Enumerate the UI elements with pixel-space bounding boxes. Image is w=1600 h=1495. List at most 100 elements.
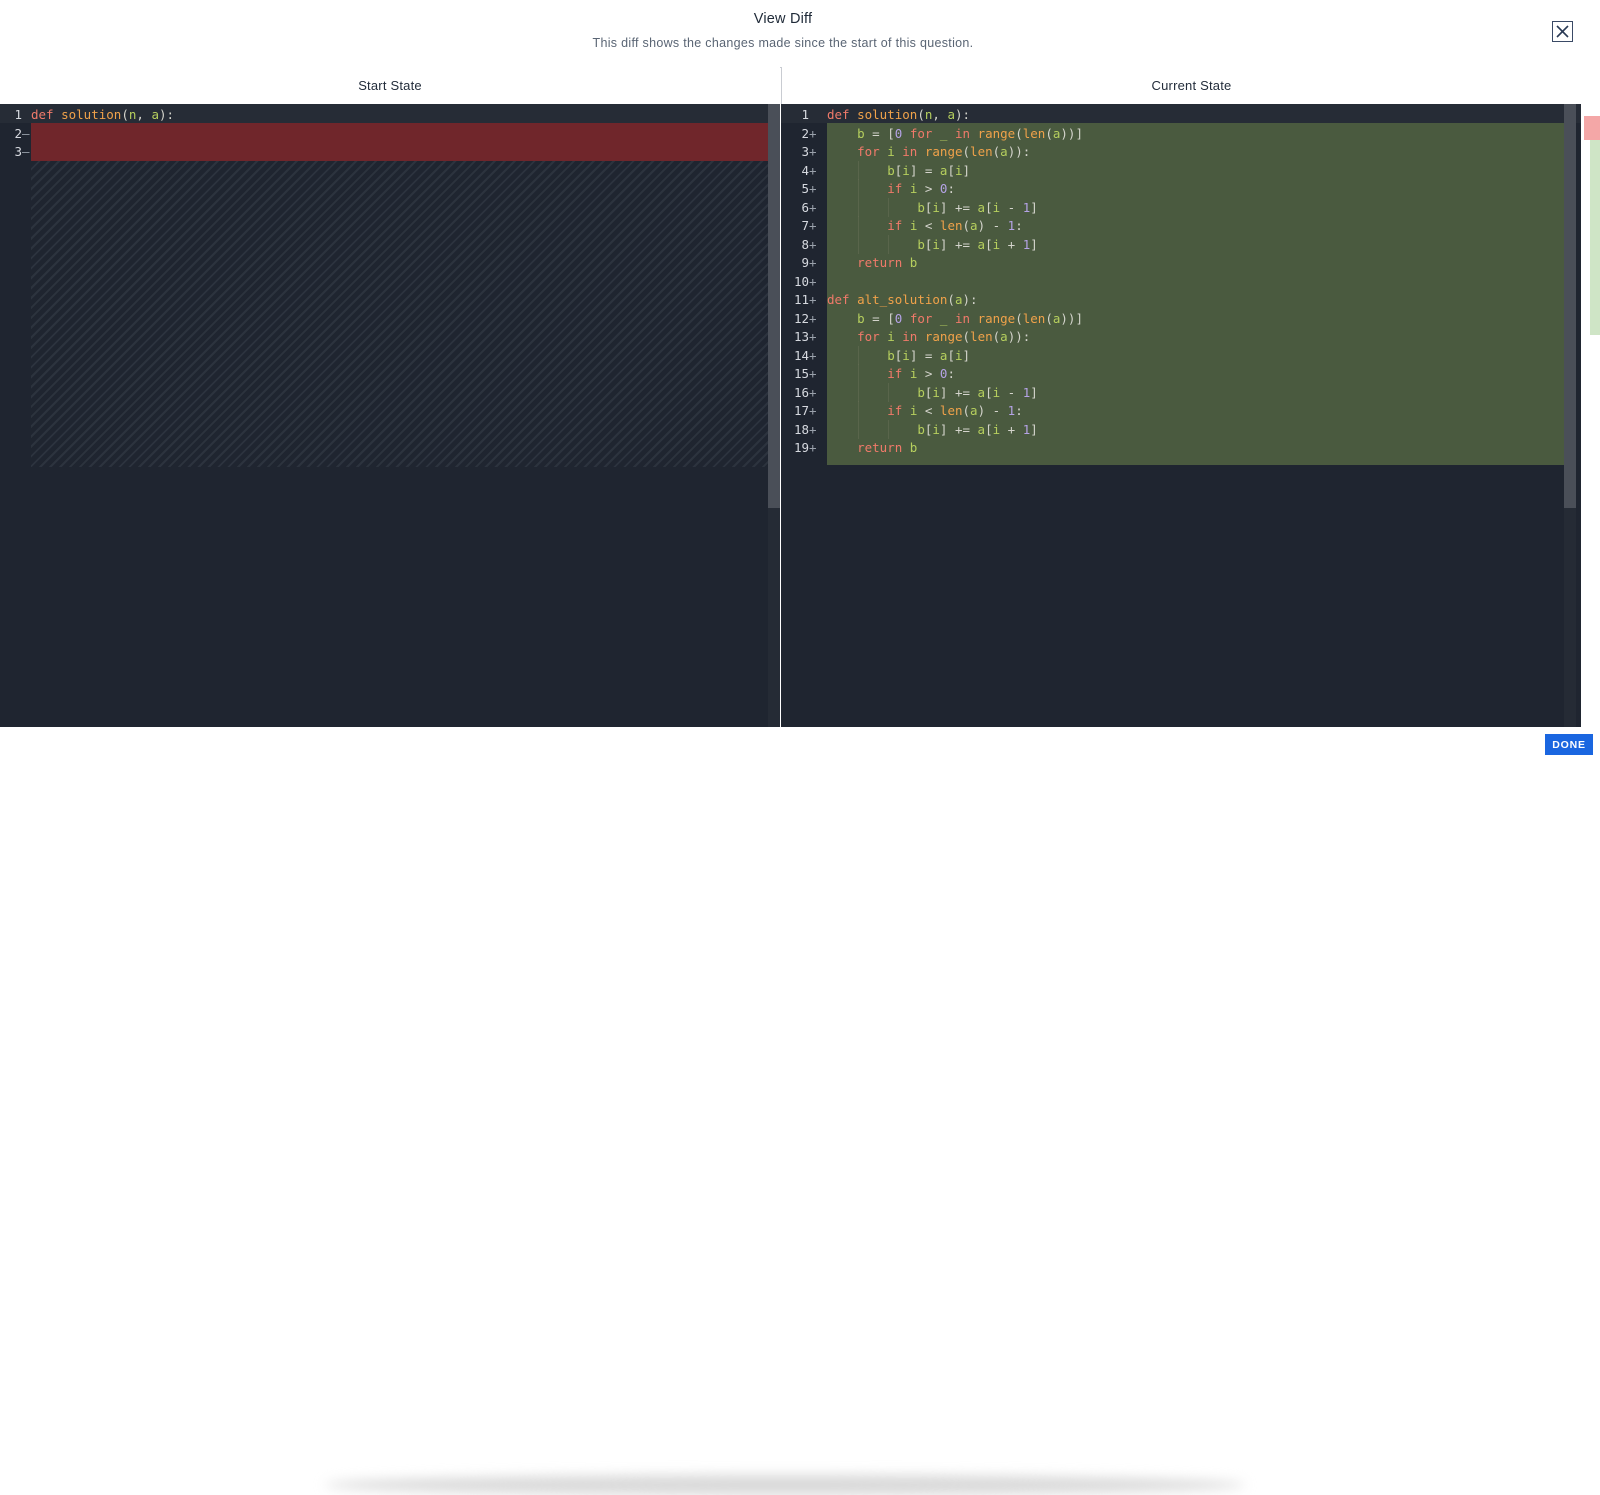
added-marker: + bbox=[809, 218, 817, 233]
line-number: 5 bbox=[801, 181, 809, 196]
line-number: 18 bbox=[793, 421, 809, 437]
current_state-code-line: 10 + bbox=[781, 272, 1581, 291]
overview-added-marker bbox=[1590, 140, 1600, 335]
current_state-code-line: 16 + b[i] += a[i - 1] bbox=[781, 382, 1581, 402]
line-number: 6 bbox=[801, 199, 809, 215]
deleted-marker: — bbox=[22, 144, 30, 159]
current_state-code-line: 8 + b[i] += a[i + 1] bbox=[781, 234, 1581, 254]
code-text: b = [0 for _ in range(len(a))] bbox=[857, 125, 1083, 141]
dialog-title: View Diff bbox=[753, 11, 813, 27]
line-number: 17 bbox=[793, 403, 809, 418]
added-marker: + bbox=[809, 236, 817, 252]
deleted-marker: — bbox=[22, 125, 30, 141]
line-number: 10 bbox=[793, 273, 809, 289]
code-text: for i in range(len(a)): bbox=[857, 329, 1031, 344]
current_state-code-line: 18 + b[i] += a[i + 1] bbox=[781, 419, 1581, 439]
line-number: 1 bbox=[801, 107, 809, 122]
code-text: return b bbox=[857, 255, 918, 270]
added-marker: + bbox=[809, 403, 817, 418]
indent-guide bbox=[888, 197, 890, 217]
indent-guide bbox=[858, 401, 860, 420]
added-marker: + bbox=[809, 384, 817, 400]
code-text: b[i] = a[i] bbox=[887, 162, 971, 178]
code-text: def solution(n, a): bbox=[31, 107, 175, 122]
start-state-header: Start State bbox=[0, 67, 780, 105]
empty-region-hatch bbox=[31, 161, 780, 467]
line-number: 2 bbox=[14, 125, 22, 141]
code-text: b[i] = a[i] bbox=[887, 347, 971, 363]
indent-guide bbox=[858, 197, 860, 217]
code-text: return b bbox=[857, 440, 918, 455]
code-text: if i < len(a) - 1: bbox=[887, 403, 1023, 418]
added-marker: + bbox=[809, 329, 817, 344]
current-state-header: Current State bbox=[781, 67, 1600, 105]
indent-guide bbox=[888, 382, 890, 402]
indent-guide bbox=[858, 160, 860, 180]
indent-guide bbox=[858, 179, 860, 198]
start_state-code-line: 3— bbox=[0, 142, 780, 161]
line-number: 19 bbox=[793, 440, 809, 455]
current_state-code-line: 14 + b[i] = a[i] bbox=[781, 345, 1581, 365]
current_state-code-line: 1 def solution(n, a): bbox=[781, 105, 1581, 124]
start-state-editor[interactable]: 1 def solution(n, a): 2—3— bbox=[0, 104, 780, 727]
dialog-subtitle: This diff shows the changes made since t… bbox=[592, 36, 974, 50]
added-marker: + bbox=[809, 255, 817, 270]
added-marker: + bbox=[809, 440, 817, 455]
line-number: 3 bbox=[14, 144, 22, 159]
dialog-footer bbox=[0, 727, 1600, 1495]
dialog-header: View Diff This diff shows the changes ma… bbox=[0, 0, 1600, 68]
line-number: 14 bbox=[793, 347, 809, 363]
line-number: 3 bbox=[801, 144, 809, 159]
current_state-code-line: 2 + b = [0 for _ in range(len(a))] bbox=[781, 124, 1581, 143]
indent-guide bbox=[858, 382, 860, 402]
code-text: b = [0 for _ in range(len(a))] bbox=[857, 310, 1083, 326]
indent-guide bbox=[858, 216, 860, 235]
current_state-code-line: 5 + if i > 0: bbox=[781, 179, 1581, 198]
code-text: for i in range(len(a)): bbox=[857, 144, 1031, 159]
added-marker: + bbox=[809, 125, 817, 141]
added-marker: + bbox=[809, 181, 817, 196]
right-scrollbar-thumb[interactable] bbox=[1564, 104, 1576, 508]
close-button[interactable] bbox=[1552, 21, 1573, 42]
added-marker: + bbox=[809, 421, 817, 437]
code-text: if i < len(a) - 1: bbox=[887, 218, 1023, 233]
added-marker: + bbox=[809, 162, 817, 178]
overview-deleted-marker bbox=[1584, 116, 1600, 140]
line-number: 1 bbox=[14, 107, 22, 122]
current-state-editor[interactable]: 1 def solution(n, a): 2 + b = [0 for _ in r… bbox=[781, 104, 1581, 727]
code-text: def solution(n, a): bbox=[827, 107, 971, 122]
done-button[interactable]: DONE bbox=[1545, 734, 1593, 755]
line-number: 16 bbox=[793, 384, 809, 400]
current_state-code-line: 7 + if i < len(a) - 1: bbox=[781, 216, 1581, 235]
line-number: 12 bbox=[793, 310, 809, 326]
current_state-code-line: 15 + if i > 0: bbox=[781, 364, 1581, 383]
line-number: 9 bbox=[801, 255, 809, 270]
line-number: 8 bbox=[801, 236, 809, 252]
indent-guide bbox=[858, 234, 860, 254]
indent-guide bbox=[888, 234, 890, 254]
line-number: 11 bbox=[793, 292, 809, 307]
current_state-code-line: 11 + def alt_solution(a): bbox=[781, 290, 1581, 309]
current_state-code-line: 3 + for i in range(len(a)): bbox=[781, 142, 1581, 161]
current_state-code-line: 19 + return b bbox=[781, 438, 1581, 457]
added-marker: + bbox=[809, 347, 817, 363]
current_state-code-line: 12 + b = [0 for _ in range(len(a))] bbox=[781, 309, 1581, 328]
indent-guide bbox=[858, 345, 860, 365]
line-number: 2 bbox=[801, 125, 809, 141]
indent-guide bbox=[858, 364, 860, 383]
close-icon bbox=[1556, 25, 1569, 38]
added-marker: + bbox=[809, 199, 817, 215]
added-marker: + bbox=[809, 292, 817, 307]
added-marker: + bbox=[809, 144, 817, 159]
current_state-code-line: 4 + b[i] = a[i] bbox=[781, 160, 1581, 180]
code-text: def alt_solution(a): bbox=[827, 292, 978, 307]
added-marker: + bbox=[809, 310, 817, 326]
start_state-code-line: 2— bbox=[0, 124, 780, 143]
left-scrollbar-thumb[interactable] bbox=[768, 104, 780, 508]
line-number: 7 bbox=[801, 218, 809, 233]
line-number: 13 bbox=[793, 329, 809, 344]
line-number: 4 bbox=[801, 162, 809, 178]
footer-shadow bbox=[325, 1475, 1245, 1495]
added-marker: + bbox=[809, 273, 817, 289]
current_state-code-line: 17 + if i < len(a) - 1: bbox=[781, 401, 1581, 420]
